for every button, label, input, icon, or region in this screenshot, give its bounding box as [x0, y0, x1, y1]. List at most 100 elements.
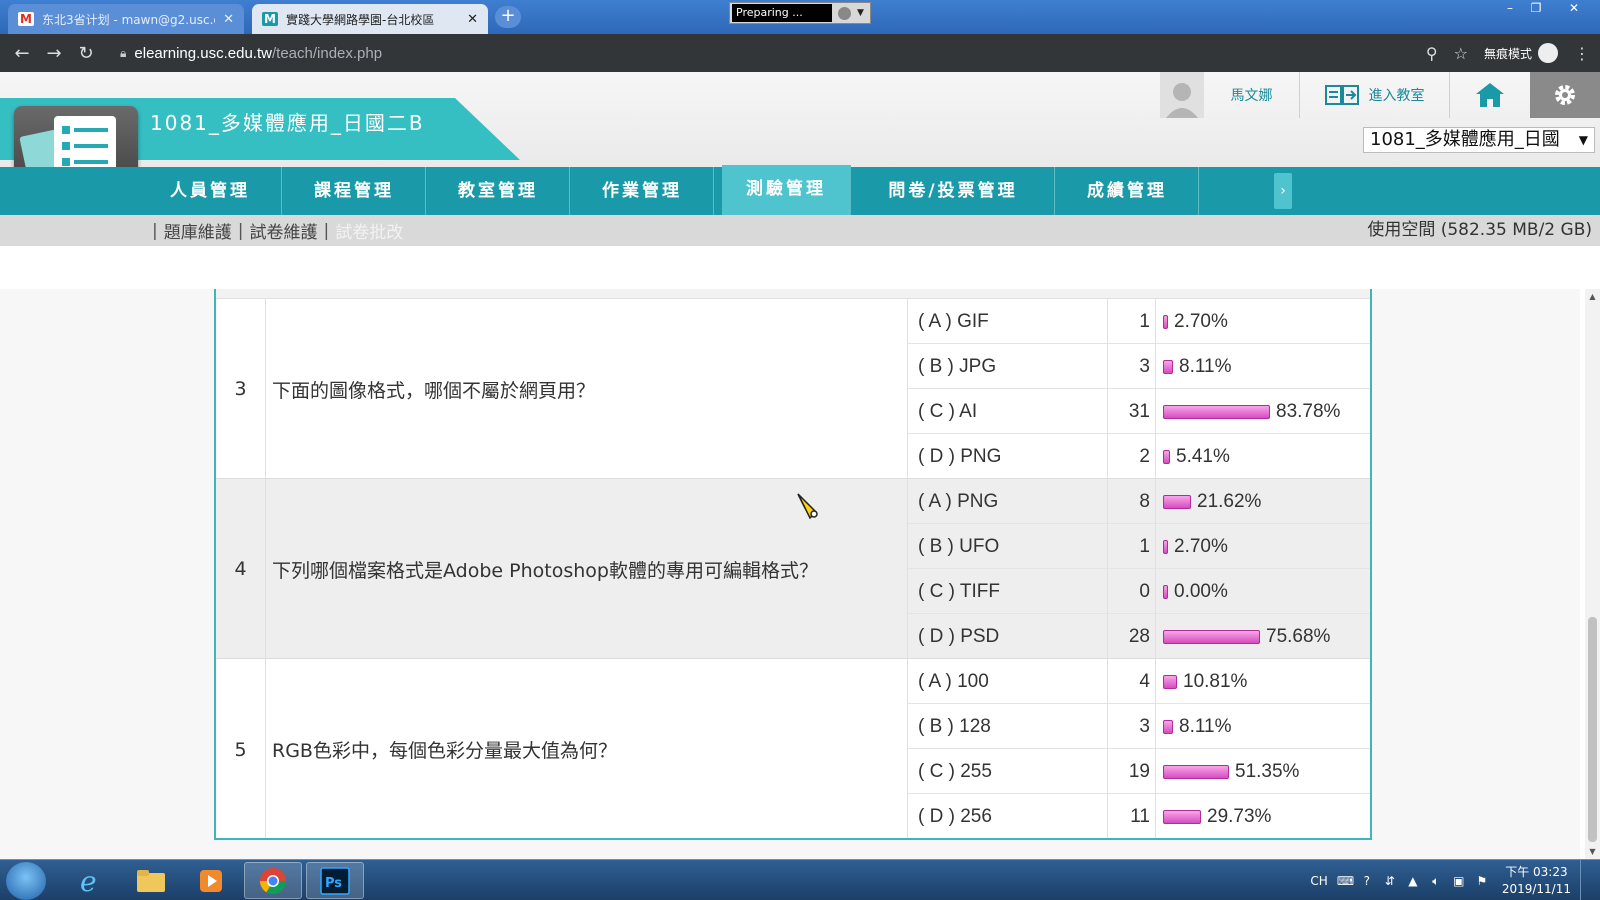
nav-item-course[interactable]: 課程管理: [283, 167, 426, 215]
option-row: ( C ) 255 19 51.35%: [908, 749, 1370, 794]
option-label: ( C ) TIFF: [908, 569, 1108, 614]
explorer-icon[interactable]: [122, 862, 180, 899]
close-icon[interactable]: ✕: [223, 12, 234, 27]
option-count: 19: [1108, 749, 1156, 794]
scroll-up-icon[interactable]: ▲: [1585, 289, 1600, 304]
browser-titlebar: M 东北3省计划 - mawn@g2.usc.e ✕ M 實踐大學網路學園-台北…: [0, 0, 1600, 34]
enter-classroom-label: 進入教室: [1368, 88, 1425, 104]
home-button[interactable]: [1450, 72, 1530, 118]
course-title: 1081_多媒體應用_日國二B: [150, 111, 425, 135]
keyboard-icon[interactable]: ⌨: [1337, 874, 1354, 888]
ie-icon-glyph: e: [80, 866, 97, 896]
bookmark-star-icon[interactable]: ☆: [1454, 44, 1468, 63]
nav-item-survey[interactable]: 問卷/投票管理: [852, 167, 1055, 215]
media-player-icon[interactable]: [182, 862, 240, 899]
option-count: 28: [1108, 614, 1156, 659]
new-tab-button[interactable]: +: [495, 6, 521, 28]
option-row: ( C ) AI 31 83.78%: [908, 389, 1370, 434]
photoshop-icon[interactable]: Ps: [306, 862, 364, 899]
show-desktop-button[interactable]: [1580, 860, 1592, 900]
option-row: ( D ) 256 11 29.73%: [908, 794, 1370, 838]
nav-item-grades[interactable]: 成績管理: [1056, 167, 1199, 215]
chrome-logo-icon: [259, 867, 287, 894]
chevron-down-icon: ▼: [1578, 133, 1588, 147]
help-icon[interactable]: ?: [1360, 874, 1374, 888]
reload-icon[interactable]: ↻: [70, 43, 102, 64]
restore-icon[interactable]: ❐: [1522, 0, 1550, 18]
menu-kebab-icon[interactable]: ⋮: [1574, 44, 1590, 63]
tab-title: 东北3省计划 - mawn@g2.usc.e: [42, 12, 216, 27]
option-row: ( C ) TIFF 0 0.00%: [908, 569, 1370, 614]
pen-cursor-icon: [797, 493, 818, 520]
tab-title: 實踐大學網路學園-台北校區: [286, 12, 435, 27]
subnav-grading[interactable]: 試卷批改: [335, 218, 403, 243]
page-scrollbar[interactable]: ▲ ▼: [1585, 289, 1600, 859]
question-number: 3: [216, 299, 266, 479]
option-bar: [1163, 719, 1173, 734]
nav-item-homework[interactable]: 作業管理: [571, 167, 714, 215]
option-count: 3: [1108, 704, 1156, 749]
nav-item-exam[interactable]: 測驗管理: [722, 165, 851, 215]
option-percent: 75.68%: [1266, 625, 1331, 647]
browser-tab-gmail[interactable]: M 东北3省计划 - mawn@g2.usc.e ✕: [8, 4, 244, 34]
clock-date: 2019/11/11: [1501, 881, 1571, 896]
option-percent: 2.70%: [1174, 310, 1228, 332]
close-icon[interactable]: ✕: [467, 12, 478, 27]
option-percent: 83.78%: [1276, 400, 1341, 422]
subnav-exam-paper[interactable]: 試卷維護: [249, 218, 317, 243]
chevron-right-icon[interactable]: ›: [1274, 173, 1292, 209]
option-percent: 0.00%: [1174, 580, 1228, 602]
lock-icon[interactable]: 🔒︎: [120, 46, 126, 61]
zoom-icon[interactable]: ⚲: [1426, 44, 1438, 63]
browser-tab-elearning[interactable]: M 實踐大學網路學園-台北校區 ✕: [252, 4, 488, 34]
chrome-icon[interactable]: [244, 862, 302, 899]
minimize-icon[interactable]: –: [1496, 0, 1524, 18]
option-bar: [1163, 629, 1260, 644]
subnav-question-bank[interactable]: 題庫維護: [164, 218, 232, 243]
option-bar: [1163, 674, 1177, 689]
tray-expand-icon[interactable]: ▲: [1406, 874, 1420, 888]
taskbar-clock[interactable]: 下午 03:23 2019/11/11: [1502, 864, 1571, 898]
ie-icon[interactable]: e: [60, 862, 118, 899]
ime-options-icon[interactable]: ⇵: [1383, 874, 1397, 888]
dropdown-arrow-icon[interactable]: ▼: [857, 8, 864, 18]
clock-time: 下午 03:23: [1505, 864, 1568, 879]
option-count: 2: [1108, 434, 1156, 479]
incognito-indicator[interactable]: 無痕模式: [1484, 43, 1558, 63]
record-icon[interactable]: [838, 6, 851, 20]
user-name[interactable]: 馬文娜: [1204, 72, 1300, 118]
option-bar: [1163, 359, 1173, 374]
question-row: 3 下面的圖像格式，哪個不屬於網頁用？ ( A ) GIF 1 2.70% ( …: [216, 299, 1370, 479]
url-path: /teach/index.php: [271, 44, 383, 62]
scroll-down-icon[interactable]: ▼: [1585, 844, 1600, 859]
window-close-icon[interactable]: ✕: [1560, 0, 1588, 18]
avatar[interactable]: [1160, 72, 1204, 118]
nav-item-classroom[interactable]: 教室管理: [427, 167, 570, 215]
network-icon[interactable]: ▣: [1452, 874, 1466, 888]
table-header-strip: [216, 289, 1370, 299]
main-nav: 人員管理 課程管理 教室管理 作業管理 測驗管理 問卷/投票管理 成績管理 ›: [0, 165, 1600, 215]
option-bar: [1163, 449, 1170, 464]
url-field[interactable]: elearning.usc.edu.tw/teach/index.php: [134, 45, 382, 62]
forward-icon[interactable]: →: [38, 43, 70, 64]
option-bar: [1163, 539, 1168, 554]
ime-indicator[interactable]: CH: [1310, 874, 1327, 888]
action-center-flag-icon[interactable]: ⚑: [1475, 874, 1489, 888]
settings-button[interactable]: [1530, 72, 1600, 118]
option-count: 11: [1108, 794, 1156, 838]
option-row: ( B ) UFO 1 2.70%: [908, 524, 1370, 569]
option-percent: 10.81%: [1183, 670, 1248, 692]
back-icon[interactable]: ←: [6, 43, 38, 64]
course-select-value: 1081_多媒體應用_日國: [1370, 129, 1560, 150]
enter-classroom-button[interactable]: 進入教室: [1300, 72, 1450, 118]
option-count: 0: [1108, 569, 1156, 614]
nav-item-personnel[interactable]: 人員管理: [139, 167, 282, 215]
option-percent: 21.62%: [1197, 490, 1262, 512]
windows-start-icon[interactable]: [6, 862, 46, 900]
screen-recorder-widget[interactable]: Preparing ... ▼: [729, 2, 871, 24]
course-select[interactable]: 1081_多媒體應用_日國 ▼: [1363, 127, 1595, 153]
option-row: ( B ) JPG 3 8.11%: [908, 344, 1370, 389]
option-bar: [1163, 809, 1201, 824]
volume-icon[interactable]: 🔈︎: [1429, 874, 1443, 888]
scroll-thumb[interactable]: [1588, 617, 1597, 842]
